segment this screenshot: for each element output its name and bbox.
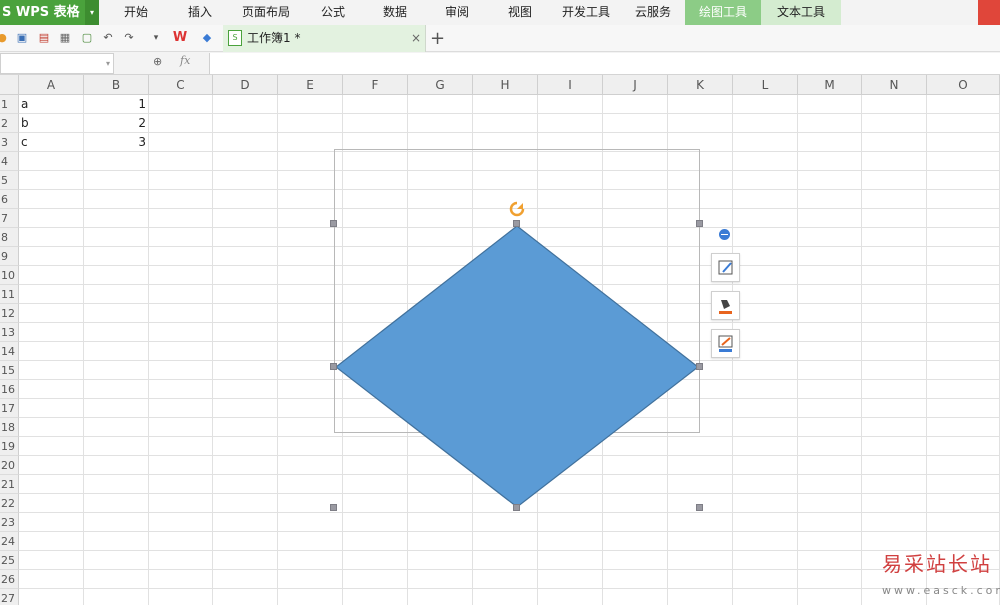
resize-handle-sw[interactable]	[330, 504, 337, 511]
watermark-url: www.easck.com	[882, 584, 1000, 597]
diamond-shape[interactable]	[335, 225, 699, 508]
resize-handle-n[interactable]	[513, 220, 520, 227]
shape-style-icon	[718, 260, 733, 275]
resize-handle-s[interactable]	[513, 504, 520, 511]
resize-handle-nw[interactable]	[330, 220, 337, 227]
rotate-handle-icon[interactable]	[508, 200, 526, 218]
outline-button[interactable]	[711, 329, 740, 358]
resize-handle-se[interactable]	[696, 504, 703, 511]
watermark: 易采站长站 www.easck.com	[870, 548, 1000, 605]
resize-handle-w[interactable]	[330, 363, 337, 370]
watermark-title: 易采站长站	[882, 552, 992, 576]
resize-handle-e[interactable]	[696, 363, 703, 370]
outline-icon	[718, 335, 733, 352]
resize-handle-ne[interactable]	[696, 220, 703, 227]
shape-style-button[interactable]	[711, 253, 740, 282]
fill-icon	[719, 300, 732, 314]
collapse-icon[interactable]	[719, 229, 730, 240]
fill-button[interactable]	[711, 291, 740, 320]
shape-layer	[335, 225, 699, 508]
